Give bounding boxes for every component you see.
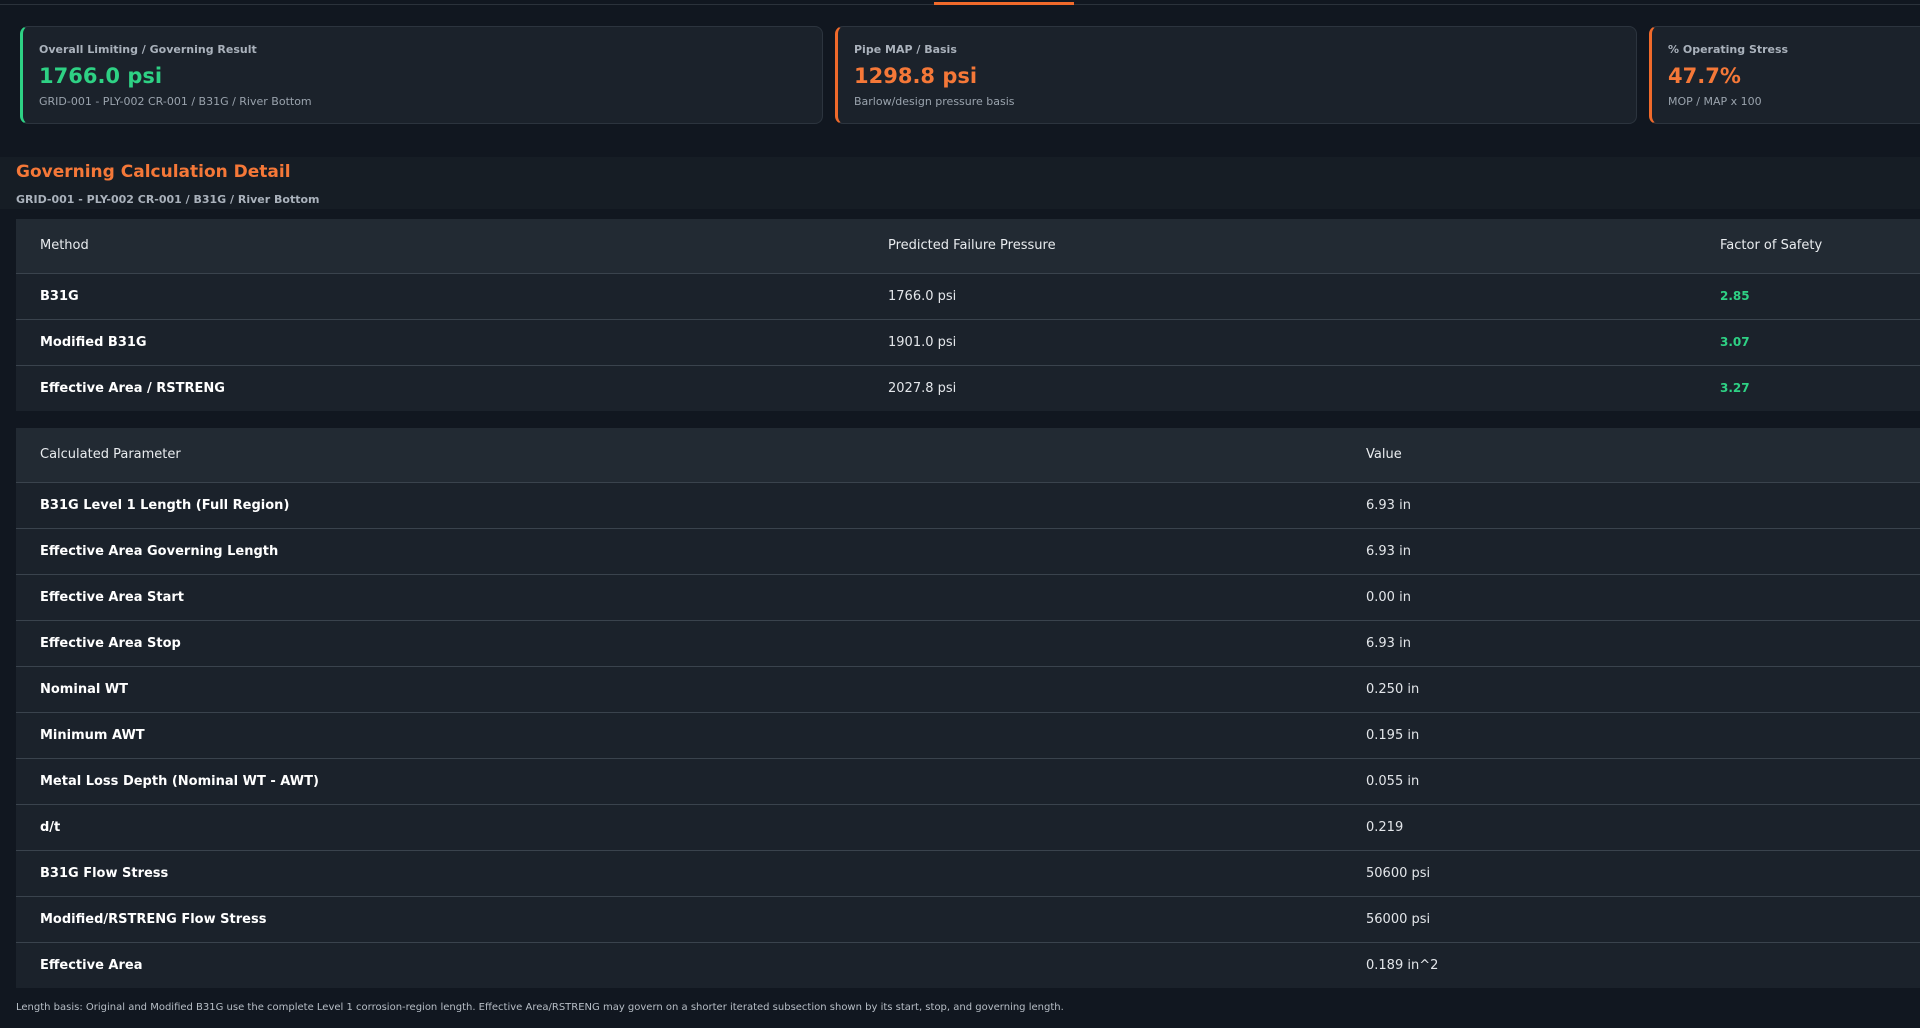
parameter-name: Minimum AWT — [40, 727, 145, 743]
column-header-value[interactable]: Value — [1342, 428, 1920, 482]
governing-result-card: Overall Limiting / Governing Result 1766… — [20, 26, 823, 124]
column-header-factor-of-safety[interactable]: Factor of Safety — [1696, 219, 1920, 273]
active-tab-indicator[interactable] — [934, 2, 1074, 5]
table-row: Modified/RSTRENG Flow Stress 56000 psi — [16, 896, 1920, 942]
method-name: Modified B31G — [40, 334, 147, 350]
table-row: Effective Area Stop 6.93 in — [16, 620, 1920, 666]
summary-cards: Overall Limiting / Governing Result 1766… — [20, 26, 1920, 126]
parameter-name: B31G Level 1 Length (Full Region) — [40, 497, 290, 513]
parameter-value: 56000 psi — [1366, 911, 1431, 927]
table-header-row: Calculated Parameter Value — [16, 428, 1920, 482]
method-name: B31G — [40, 288, 79, 304]
length-basis-footnote: Length basis: Original and Modified B31G… — [16, 1002, 1064, 1013]
parameter-name: Metal Loss Depth (Nominal WT - AWT) — [40, 773, 319, 789]
card-value: 1298.8 psi — [854, 64, 978, 88]
table-row: d/t 0.219 — [16, 804, 1920, 850]
column-header-failure-pressure[interactable]: Predicted Failure Pressure — [864, 219, 1696, 273]
table-row: Effective Area Governing Length 6.93 in — [16, 528, 1920, 574]
parameter-value: 6.93 in — [1366, 635, 1411, 651]
parameter-value: 6.93 in — [1366, 497, 1411, 513]
table-row: Nominal WT 0.250 in — [16, 666, 1920, 712]
card-subtitle: GRID-001 - PLY-002 CR-001 / B31G / River… — [39, 95, 312, 108]
factor-of-safety: 2.85 — [1720, 289, 1750, 303]
factor-of-safety: 3.27 — [1720, 381, 1750, 396]
parameter-value: 0.219 — [1366, 819, 1404, 835]
methods-table: Method Predicted Failure Pressure Factor… — [16, 219, 1920, 411]
table-row: Minimum AWT 0.195 in — [16, 712, 1920, 758]
top-tab-bar — [0, 0, 1920, 5]
parameter-value: 0.00 in — [1366, 589, 1411, 605]
card-label: Overall Limiting / Governing Result — [39, 43, 257, 56]
section-title: Governing Calculation Detail — [16, 162, 291, 182]
table-row: B31G Level 1 Length (Full Region) 6.93 in — [16, 482, 1920, 528]
parameter-name: d/t — [40, 819, 61, 835]
card-subtitle: Barlow/design pressure basis — [854, 95, 1015, 108]
pipe-map-card: Pipe MAP / Basis 1298.8 psi Barlow/desig… — [835, 26, 1637, 124]
parameter-name: Effective Area — [40, 957, 143, 973]
parameter-name: Modified/RSTRENG Flow Stress — [40, 911, 267, 927]
parameter-name: Effective Area Governing Length — [40, 543, 279, 559]
calculated-parameters-table: Calculated Parameter Value B31G Level 1 … — [16, 428, 1920, 988]
governing-calculation-header: Governing Calculation Detail GRID-001 - … — [0, 157, 1920, 209]
parameter-value: 0.055 in — [1366, 773, 1420, 789]
parameter-value: 0.250 in — [1366, 681, 1420, 697]
table-row: Effective Area 0.189 in^2 — [16, 942, 1920, 988]
method-name: Effective Area / RSTRENG — [40, 380, 225, 396]
card-label: Pipe MAP / Basis — [854, 43, 957, 56]
table-row: Modified B31G 1901.0 psi 3.07 — [16, 319, 1920, 365]
table-row: Effective Area Start 0.00 in — [16, 574, 1920, 620]
operating-stress-card: % Operating Stress 47.7% MOP / MAP x 100 — [1649, 26, 1920, 124]
card-value: 47.7% — [1668, 64, 1741, 88]
table-row: B31G Flow Stress 50600 psi — [16, 850, 1920, 896]
table-row: Metal Loss Depth (Nominal WT - AWT) 0.055… — [16, 758, 1920, 804]
parameter-name: Effective Area Stop — [40, 635, 181, 651]
parameter-name: Effective Area Start — [40, 589, 184, 605]
parameter-value: 0.189 in^2 — [1366, 957, 1439, 973]
table-row: Effective Area / RSTRENG 2027.8 psi 3.27 — [16, 365, 1920, 411]
parameter-value: 6.93 in — [1366, 543, 1411, 559]
failure-pressure: 1901.0 psi — [888, 334, 957, 350]
parameter-value: 0.195 in — [1366, 727, 1420, 743]
card-subtitle: MOP / MAP x 100 — [1668, 95, 1762, 108]
card-value: 1766.0 psi — [39, 64, 163, 88]
column-header-method[interactable]: Method — [16, 219, 864, 273]
parameter-value: 50600 psi — [1366, 865, 1431, 881]
section-subtitle: GRID-001 - PLY-002 CR-001 / B31G / River… — [16, 193, 320, 206]
column-header-parameter[interactable]: Calculated Parameter — [16, 428, 1342, 482]
table-header-row: Method Predicted Failure Pressure Factor… — [16, 219, 1920, 273]
failure-pressure: 2027.8 psi — [888, 380, 957, 396]
table-row: B31G 1766.0 psi 2.85 — [16, 273, 1920, 319]
parameter-name: Nominal WT — [40, 681, 129, 697]
failure-pressure: 1766.0 psi — [888, 288, 957, 304]
parameter-name: B31G Flow Stress — [40, 865, 169, 881]
card-label: % Operating Stress — [1668, 43, 1789, 56]
factor-of-safety: 3.07 — [1720, 335, 1750, 349]
